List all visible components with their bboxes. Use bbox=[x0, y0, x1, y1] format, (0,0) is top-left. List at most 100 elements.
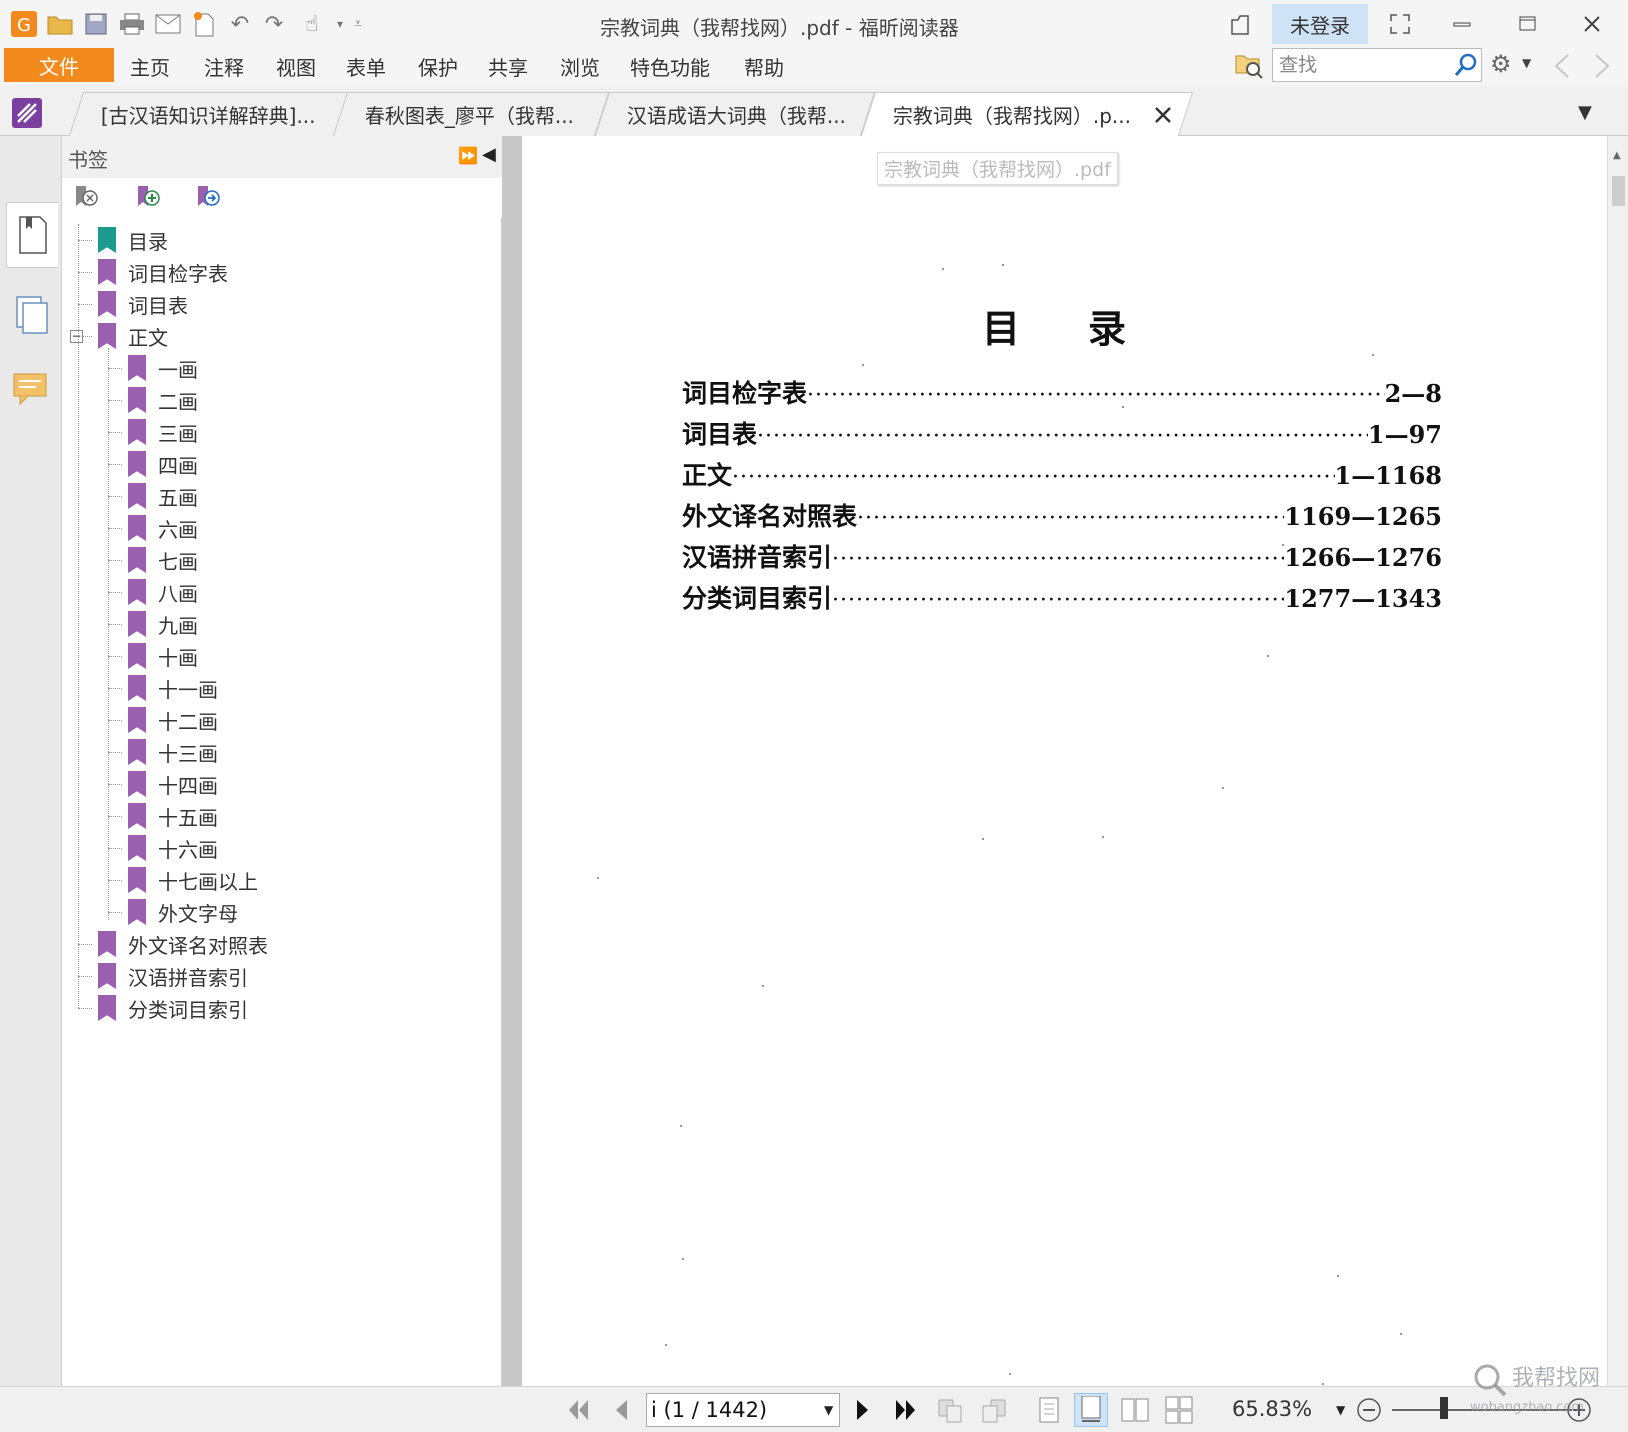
collapse-panel-icon[interactable]: ◀ bbox=[482, 144, 496, 165]
email-icon[interactable] bbox=[154, 10, 182, 38]
bookmark-item[interactable]: 十一画 bbox=[128, 672, 218, 704]
bookmark-item[interactable]: 七画 bbox=[128, 544, 198, 576]
close-tab-icon[interactable] bbox=[1152, 104, 1174, 126]
tab-list-dropdown-icon[interactable]: ▼ bbox=[1578, 102, 1592, 123]
bookmark-item[interactable]: 外文字母 bbox=[128, 896, 238, 928]
bookmark-item[interactable]: 分类词目索引 bbox=[98, 992, 248, 1024]
bookmark-item[interactable]: 三画 bbox=[128, 416, 198, 448]
expand-panel-icon[interactable]: ⏩ bbox=[458, 146, 478, 165]
last-page-icon[interactable] bbox=[888, 1393, 922, 1427]
first-page-icon[interactable] bbox=[562, 1393, 596, 1427]
bookmark-item[interactable]: 十三画 bbox=[128, 736, 218, 768]
close-window-button[interactable] bbox=[1572, 6, 1612, 42]
next-page-icon[interactable] bbox=[846, 1393, 880, 1427]
bookmark-item[interactable]: 十二画 bbox=[128, 704, 218, 736]
zoom-dropdown-icon[interactable]: ▼ bbox=[1336, 1403, 1345, 1417]
bookmark-item[interactable]: 目录 bbox=[98, 224, 168, 256]
open-folder-icon[interactable] bbox=[46, 10, 74, 38]
page-dropdown-icon[interactable]: ▼ bbox=[824, 1403, 833, 1417]
bookmark-item[interactable]: 词目表 bbox=[98, 288, 188, 320]
toc-entry[interactable]: 外文译名对照表 ·································… bbox=[682, 497, 1442, 533]
toc-entry[interactable]: 正文 ······································… bbox=[682, 456, 1442, 492]
zoom-slider-thumb[interactable] bbox=[1440, 1397, 1448, 1419]
continuous-view-icon[interactable] bbox=[1074, 1393, 1108, 1427]
bookmark-item[interactable]: 二画 bbox=[128, 384, 198, 416]
bookmark-item[interactable]: 十四画 bbox=[128, 768, 218, 800]
tab-document-3[interactable]: 汉语成语大词典（我帮... bbox=[594, 92, 876, 136]
add-bookmark-icon[interactable] bbox=[132, 182, 164, 214]
page-number-field[interactable]: i (1 / 1442) bbox=[646, 1393, 840, 1427]
minimize-button[interactable] bbox=[1442, 6, 1482, 42]
tree-connector bbox=[108, 816, 122, 817]
menu-features[interactable]: 特色功能 bbox=[630, 52, 710, 81]
bookmark-item[interactable]: 外文译名对照表 bbox=[98, 928, 268, 960]
restore-button[interactable] bbox=[1508, 6, 1548, 42]
bookmarks-panel-icon[interactable] bbox=[6, 202, 58, 268]
single-page-view-icon[interactable] bbox=[1032, 1393, 1066, 1427]
nav-back-icon[interactable] bbox=[1550, 52, 1574, 80]
bookmark-item[interactable]: 十五画 bbox=[128, 800, 218, 832]
tab-document-2[interactable]: 春秋图表_廖平（我帮... bbox=[332, 92, 610, 136]
comments-panel-icon[interactable] bbox=[6, 358, 58, 424]
hand-tool-icon[interactable]: ☝ bbox=[298, 10, 326, 38]
tab-document-1[interactable]: [古汉语知识详解辞典]... bbox=[68, 92, 352, 136]
fullscreen-icon[interactable] bbox=[1380, 6, 1420, 42]
bookmark-item[interactable]: 十七画以上 bbox=[128, 864, 258, 896]
two-page-continuous-icon[interactable] bbox=[1162, 1393, 1196, 1427]
document-viewer[interactable]: 宗教词典（我帮找网）.pdf 目录 词目检字表 ·················… bbox=[522, 136, 1607, 1403]
toc-entry[interactable]: 汉语拼音索引 ··································… bbox=[682, 538, 1442, 574]
nav-forward-icon[interactable] bbox=[1590, 52, 1614, 80]
menu-form[interactable]: 表单 bbox=[346, 52, 386, 81]
toc-entry-title: 正文 bbox=[682, 461, 733, 490]
menu-browse[interactable]: 浏览 bbox=[560, 52, 600, 81]
menu-file[interactable]: 文件 bbox=[4, 48, 114, 82]
bookmark-item[interactable]: 一画 bbox=[128, 352, 198, 384]
settings-gear-icon[interactable]: ⚙ bbox=[1490, 50, 1520, 80]
previous-page-icon[interactable] bbox=[604, 1393, 638, 1427]
scroll-up-arrow-icon[interactable]: ▲ bbox=[1613, 150, 1621, 161]
bookmark-item[interactable]: 四画 bbox=[128, 448, 198, 480]
bookmark-item[interactable]: 汉语拼音索引 bbox=[98, 960, 248, 992]
menu-home[interactable]: 主页 bbox=[130, 52, 170, 81]
search-icon[interactable] bbox=[1453, 52, 1479, 78]
next-view-icon[interactable] bbox=[978, 1393, 1012, 1427]
menu-comment[interactable]: 注释 bbox=[204, 52, 244, 81]
bookmark-item[interactable]: 词目检字表 bbox=[98, 256, 228, 288]
zoom-level[interactable]: 65.83% bbox=[1232, 1397, 1312, 1421]
share-icon[interactable] bbox=[1222, 6, 1262, 42]
toc-entry[interactable]: 词目表 ·····································… bbox=[682, 415, 1442, 451]
print-icon[interactable] bbox=[118, 10, 146, 38]
bookmark-item[interactable]: 八画 bbox=[128, 576, 198, 608]
bookmark-item[interactable]: 十六画 bbox=[128, 832, 218, 864]
undo-icon[interactable]: ↶ bbox=[226, 10, 254, 38]
tab-document-4-active[interactable]: 宗教词典（我帮找网）.p... bbox=[860, 92, 1194, 136]
bookmark-item[interactable]: 五画 bbox=[128, 480, 198, 512]
login-button[interactable]: 未登录 bbox=[1272, 4, 1368, 44]
page-thumbnails-icon[interactable] bbox=[6, 282, 58, 348]
find-folder-icon[interactable] bbox=[1234, 50, 1264, 80]
two-page-view-icon[interactable] bbox=[1118, 1393, 1152, 1427]
save-icon[interactable] bbox=[82, 10, 110, 38]
toc-entry[interactable]: 词目检字表 ···································… bbox=[682, 374, 1442, 410]
redo-icon[interactable]: ↷ bbox=[260, 10, 288, 38]
bookmark-item[interactable]: 九画 bbox=[128, 608, 198, 640]
menu-share[interactable]: 共享 bbox=[488, 52, 528, 81]
bookmark-item[interactable]: 六画 bbox=[128, 512, 198, 544]
scrollbar-thumb[interactable] bbox=[1612, 176, 1625, 206]
menu-view[interactable]: 视图 bbox=[276, 52, 316, 81]
bookmark-item[interactable]: 十画 bbox=[128, 640, 198, 672]
goto-bookmark-icon[interactable] bbox=[192, 182, 224, 214]
toc-entry[interactable]: 分类词目索引 ··································… bbox=[682, 579, 1442, 615]
menu-help[interactable]: 帮助 bbox=[744, 52, 784, 81]
previous-view-icon[interactable] bbox=[934, 1393, 968, 1427]
panel-splitter[interactable] bbox=[502, 136, 522, 1386]
settings-dropdown-icon[interactable]: ▼ bbox=[1522, 56, 1531, 70]
zoom-out-icon[interactable] bbox=[1352, 1393, 1386, 1427]
delete-bookmark-icon[interactable] bbox=[70, 182, 102, 214]
search-input[interactable] bbox=[1279, 53, 1449, 77]
new-document-icon[interactable] bbox=[190, 10, 218, 38]
collapse-toggle-icon[interactable]: − bbox=[70, 330, 83, 343]
menu-protect[interactable]: 保护 bbox=[418, 52, 458, 81]
vertical-scrollbar[interactable]: ▲ bbox=[1607, 136, 1628, 1386]
customize-toolbar-icon[interactable]: ⩡ bbox=[344, 10, 372, 38]
